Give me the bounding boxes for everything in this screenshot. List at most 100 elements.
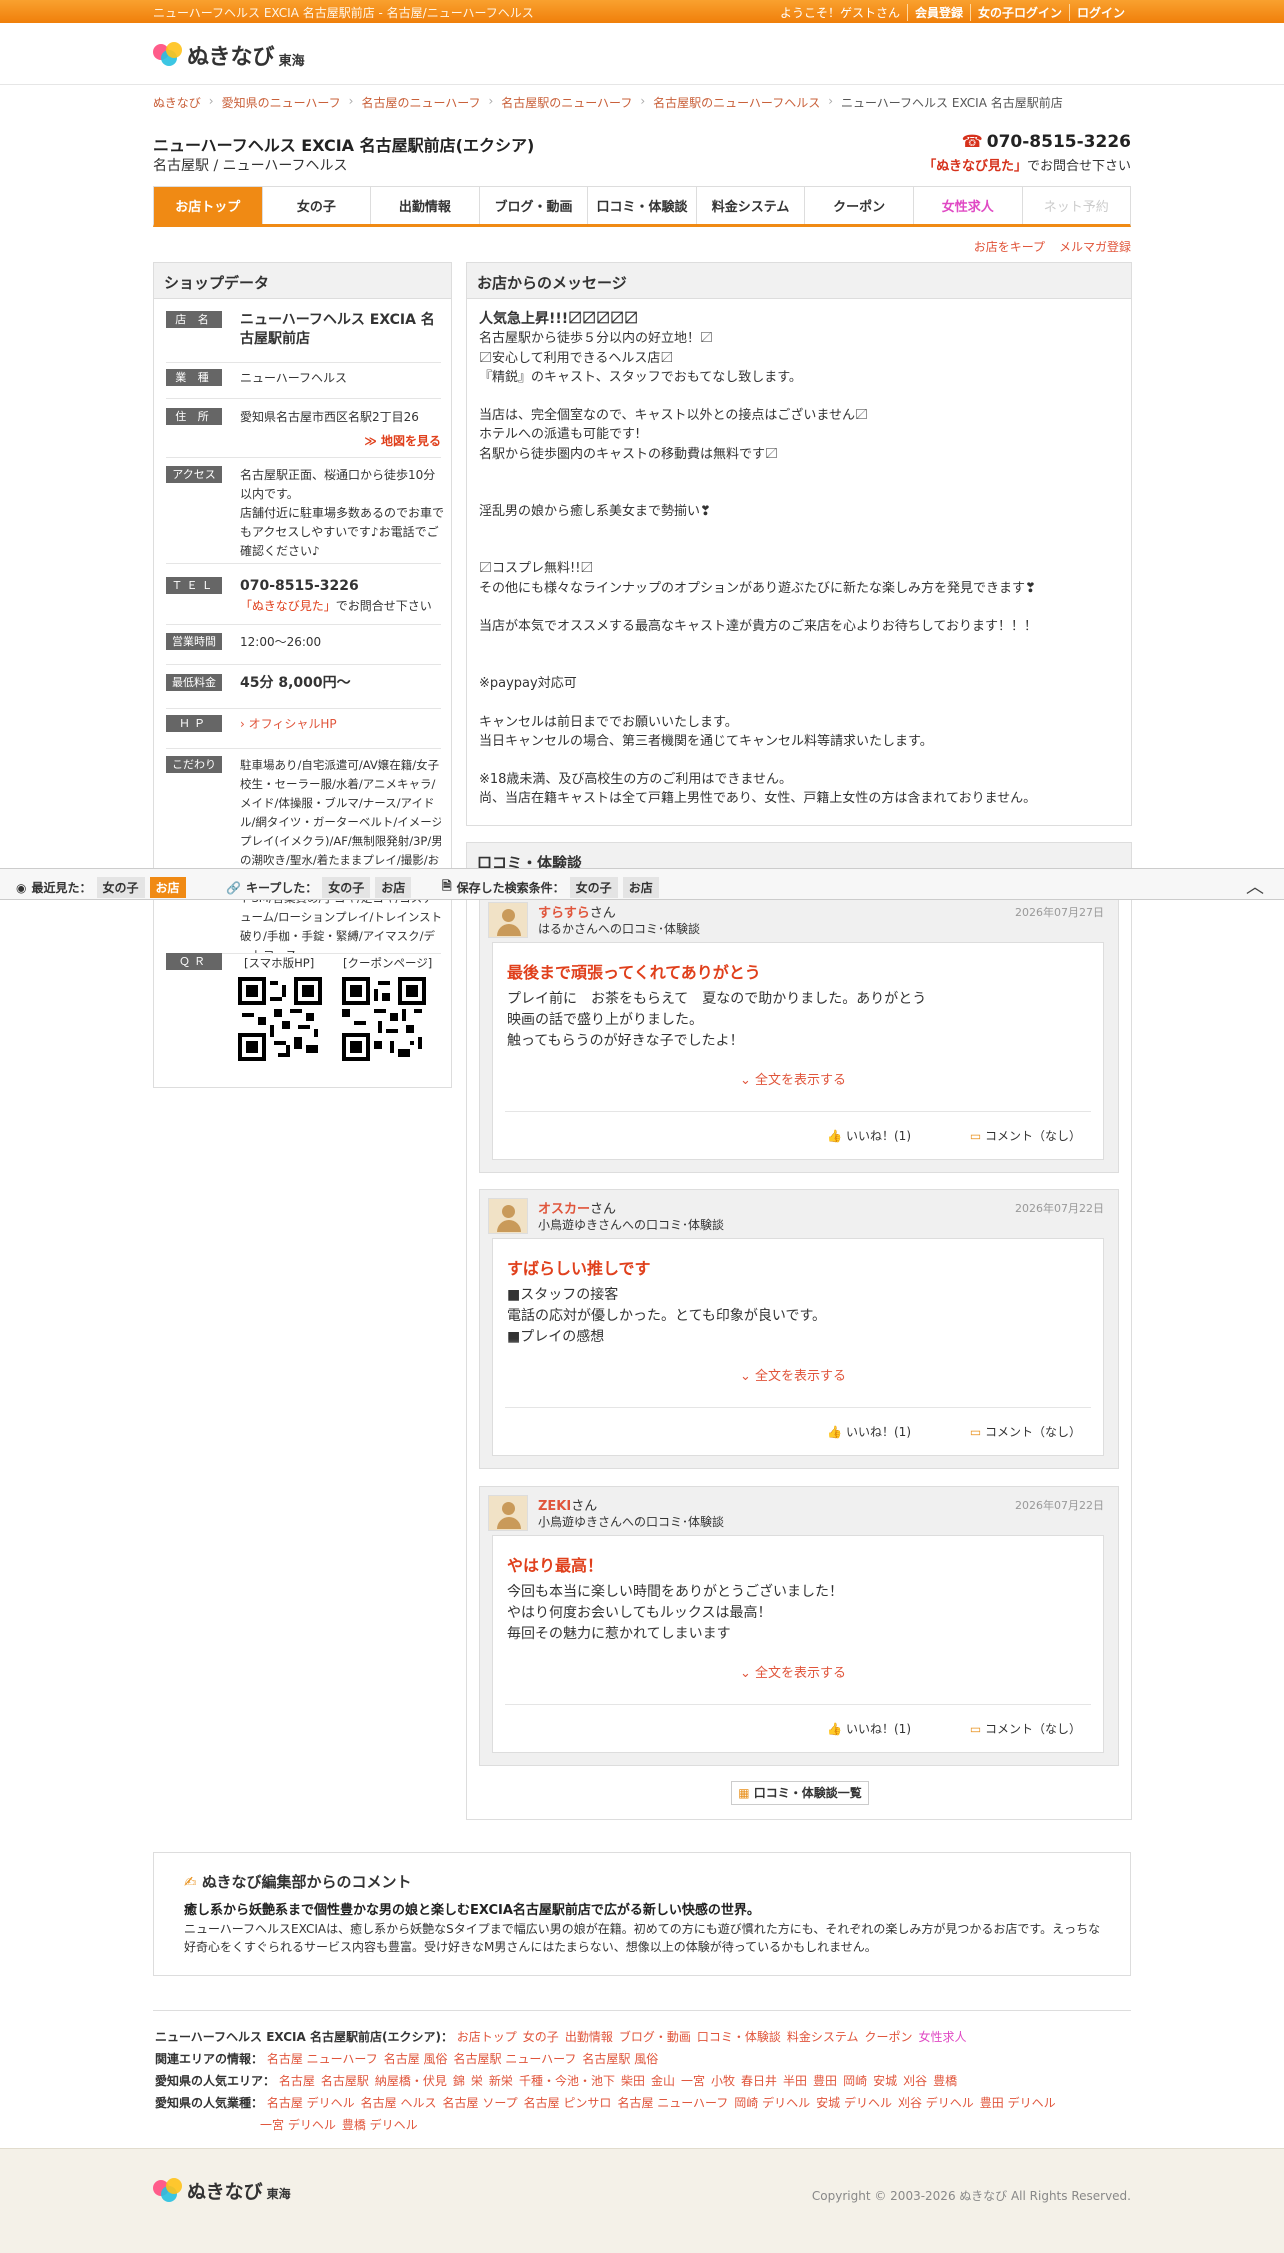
footer-link[interactable]: 春日井: [741, 2074, 777, 2088]
footer-link[interactable]: 一宮: [681, 2074, 705, 2088]
breadcrumb-item[interactable]: 名古屋駅のニューハーフヘルス: [653, 94, 820, 111]
footer-link[interactable]: 安城 デリヘル: [816, 2096, 892, 2110]
reviewer-name[interactable]: すらすらさん: [538, 902, 616, 921]
footer-link[interactable]: 名古屋 風俗: [384, 2052, 448, 2066]
tab-shop-top[interactable]: お店トップ: [154, 187, 262, 224]
footer-link[interactable]: 名古屋 ニューハーフ: [267, 2052, 378, 2066]
footer-link[interactable]: クーポン: [865, 2030, 913, 2044]
footer-link[interactable]: 錦: [453, 2074, 465, 2088]
tab-coupon[interactable]: クーポン: [804, 187, 913, 224]
footer-link[interactable]: 豊橋 デリヘル: [342, 2118, 418, 2132]
shop-qr-row: ＱＲ [スマホ版HP] [クーポンページ]: [166, 953, 441, 1078]
show-more-link[interactable]: ⌄ 全文を表示する: [493, 1662, 1093, 1681]
shop-data-heading: ショップデータ: [154, 263, 451, 299]
tab-reviews[interactable]: 口コミ・体験談: [587, 187, 696, 224]
breadcrumb-item[interactable]: 名古屋駅のニューハーフ: [501, 94, 632, 111]
footer-link[interactable]: 豊橋: [933, 2074, 957, 2088]
comment-button[interactable]: ▭ コメント（なし）: [970, 1720, 1081, 1737]
breadcrumb-item[interactable]: ぬきなび: [153, 94, 201, 111]
editor-title: 癒し系から妖艶系まで個性豊かな男の娘と楽しむEXCIA名古屋駅前店で広がる新しい…: [184, 1903, 760, 1918]
footer-link[interactable]: 納屋橋・伏見: [375, 2074, 447, 2088]
footer-link[interactable]: 刈谷 デリヘル: [898, 2096, 974, 2110]
reviewer-name[interactable]: ZEKIさん: [538, 1495, 597, 1514]
tab-blog[interactable]: ブログ・動画: [478, 187, 588, 224]
tab-girls[interactable]: 女の子: [261, 187, 371, 224]
footer-link[interactable]: 女性求人: [919, 2030, 967, 2044]
footer-link[interactable]: 小牧: [711, 2074, 735, 2088]
breadcrumb-item[interactable]: 愛知県のニューハーフ: [222, 94, 341, 111]
review-card: オスカーさん 小鳥遊ゆきさんへの口コミ･体験談 2026年07月22日 すばらし…: [479, 1189, 1119, 1469]
footer-link[interactable]: 金山: [651, 2074, 675, 2088]
keep-links: お店をキープ メルマガ登録: [974, 238, 1131, 255]
copyright: Copyright © 2003-2026 ぬきなび All Rights Re…: [811, 2189, 1131, 2203]
footer-link[interactable]: 口コミ・体験談: [697, 2030, 781, 2044]
footer-link[interactable]: 名古屋 ソープ: [443, 2096, 518, 2110]
footer-link[interactable]: 豊田: [813, 2074, 837, 2088]
logo-region: 東海: [278, 53, 305, 69]
footer-link[interactable]: 名古屋 ニューハーフ: [617, 2096, 728, 2110]
footer-link[interactable]: 岡崎: [843, 2074, 867, 2088]
footer-link[interactable]: 安城: [873, 2074, 897, 2088]
footer-link[interactable]: 名古屋駅: [321, 2074, 369, 2088]
recent-shop-chip[interactable]: お店: [149, 877, 186, 898]
breadcrumb-item[interactable]: 名古屋のニューハーフ: [361, 94, 480, 111]
register-link[interactable]: 会員登録: [906, 4, 970, 21]
recent-girl-chip[interactable]: 女の子: [96, 877, 145, 898]
shop-name-row: 店 名 ニューハーフヘルス EXCIA 名古屋駅前店: [166, 311, 441, 363]
reviewer-name[interactable]: オスカーさん: [538, 1198, 616, 1217]
footer-link[interactable]: 名古屋: [279, 2074, 315, 2088]
footer-link[interactable]: 栄: [471, 2074, 483, 2088]
tab-price[interactable]: 料金システム: [695, 187, 805, 224]
footer-link[interactable]: お店トップ: [457, 2030, 517, 2044]
footer-link[interactable]: 柴田: [621, 2074, 645, 2088]
tab-recruit[interactable]: 女性求人: [912, 187, 1022, 224]
tab-schedule[interactable]: 出勤情報: [370, 187, 479, 224]
footer-link[interactable]: 刈谷: [903, 2074, 927, 2088]
kept-shop-chip[interactable]: お店: [375, 877, 412, 898]
show-more-link[interactable]: ⌄ 全文を表示する: [493, 1069, 1093, 1088]
review-card: ZEKIさん 小鳥遊ゆきさんへの口コミ･体験談 2026年07月22日 やはり最…: [479, 1486, 1119, 1766]
footer-link[interactable]: 名古屋 デリヘル: [267, 2096, 355, 2110]
comment-button[interactable]: ▭ コメント（なし）: [970, 1127, 1081, 1144]
footer-link[interactable]: 女の子: [523, 2030, 559, 2044]
collapse-chevron-up-icon[interactable]: ︿: [1246, 873, 1264, 899]
header-phone[interactable]: ☎ 070-8515-3226: [962, 132, 1131, 152]
footer-link[interactable]: 料金システム: [787, 2030, 859, 2044]
map-link[interactable]: ≫ 地図を見る: [364, 432, 441, 449]
show-more-link[interactable]: ⌄ 全文を表示する: [493, 1365, 1093, 1384]
review-list-button[interactable]: ▦ 口コミ・体験談一覧: [731, 1781, 869, 1805]
footer-link[interactable]: 千種・今池・池下: [519, 2074, 615, 2088]
shop-tel[interactable]: 070-8515-3226: [240, 577, 445, 596]
like-button[interactable]: 👍 いいね！(1): [827, 1127, 911, 1144]
footer-link[interactable]: 岡崎 デリヘル: [734, 2096, 810, 2110]
footer-link[interactable]: 出勤情報: [565, 2030, 613, 2044]
footer-link[interactable]: 名古屋 ヘルス: [361, 2096, 437, 2110]
footer-link[interactable]: 名古屋 ピンサロ: [524, 2096, 612, 2110]
keep-shop-link[interactable]: お店をキープ: [974, 238, 1045, 255]
shop-hp-row: ＨＰ › オフィシャルHP: [166, 715, 441, 749]
comment-button[interactable]: ▭ コメント（なし）: [970, 1423, 1081, 1440]
official-hp-link[interactable]: › オフィシャルHP: [240, 715, 445, 734]
footer-link[interactable]: 一宮 デリヘル: [260, 2118, 336, 2132]
kept-girl-chip[interactable]: 女の子: [322, 877, 371, 898]
footer-logo[interactable]: ぬきなび 東海: [153, 2177, 291, 2204]
footer-link[interactable]: 名古屋駅 風俗: [582, 2052, 658, 2066]
saved-shop-chip[interactable]: お店: [622, 877, 659, 898]
footer-link[interactable]: 半田: [783, 2074, 807, 2088]
tab-net-reserve: ネット予約: [1021, 187, 1131, 224]
shop-price-row: 最低料金 45分 8,000円〜: [166, 674, 441, 709]
footer-link[interactable]: 名古屋駅 ニューハーフ: [454, 2052, 577, 2066]
footer-link[interactable]: 豊田 デリヘル: [980, 2096, 1056, 2110]
girl-login-link[interactable]: 女の子ログイン: [969, 4, 1069, 21]
chevron-down-icon: ⌄: [739, 1666, 751, 1681]
like-button[interactable]: 👍 いいね！(1): [827, 1423, 911, 1440]
document-icon: 🗎: [442, 879, 452, 893]
shop-kodawari-row: こだわり 駐車場あり/自宅派遣可/AV嬢在籍/女子校生・セーラー服/水着/アニメ…: [166, 756, 441, 954]
site-logo[interactable]: ぬきなび 東海: [153, 39, 305, 71]
footer-link[interactable]: 新栄: [489, 2074, 513, 2088]
mailmag-link[interactable]: メルマガ登録: [1059, 238, 1131, 255]
like-button[interactable]: 👍 いいね！(1): [827, 1720, 911, 1737]
login-link[interactable]: ログイン: [1068, 4, 1132, 21]
footer-link[interactable]: ブログ・動画: [619, 2030, 691, 2044]
saved-girl-chip[interactable]: 女の子: [569, 877, 618, 898]
